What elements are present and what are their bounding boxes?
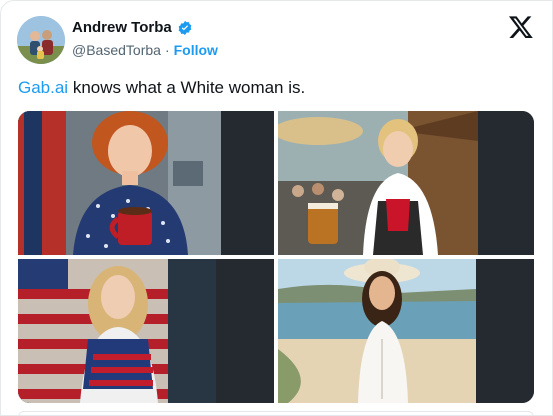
- media-image-3-art: [18, 259, 274, 403]
- media-image-4-art: [278, 259, 534, 403]
- follow-button[interactable]: Follow: [174, 42, 218, 58]
- author-name[interactable]: Andrew Torba: [72, 19, 172, 36]
- tweet-body: knows what a White woman is.: [68, 78, 306, 97]
- separator-dot: ·: [164, 42, 170, 58]
- media-image-1[interactable]: [18, 111, 274, 255]
- media-image-2[interactable]: [278, 111, 534, 255]
- quote-preview-edge: [18, 411, 534, 416]
- media-image-4[interactable]: [278, 259, 534, 403]
- tweet-link[interactable]: Gab.ai: [18, 78, 68, 97]
- media-image-1-art: [18, 111, 274, 255]
- tweet-text: Gab.ai knows what a White woman is.: [18, 78, 305, 98]
- author-handle[interactable]: @BasedTorba: [72, 42, 161, 58]
- media-image-3[interactable]: [18, 259, 274, 403]
- tweet-card: Andrew Torba @BasedTorba · Follow Gab.ai…: [0, 0, 553, 416]
- avatar-image: [17, 16, 65, 64]
- x-logo-icon[interactable]: [508, 14, 534, 40]
- handle-row: @BasedTorba · Follow: [72, 42, 218, 58]
- media-image-2-art: [278, 111, 534, 255]
- media-grid: [18, 111, 534, 403]
- avatar[interactable]: [17, 16, 65, 64]
- verified-badge-icon: [178, 20, 192, 35]
- author-name-row[interactable]: Andrew Torba: [72, 19, 193, 36]
